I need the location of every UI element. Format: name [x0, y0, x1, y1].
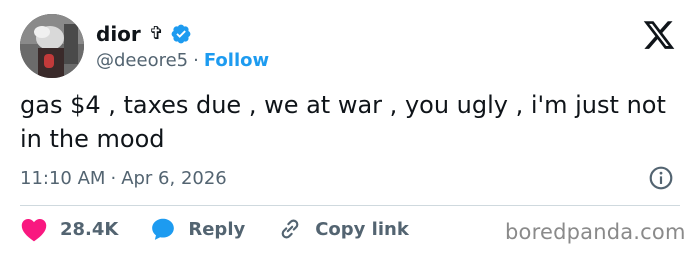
meta-separator: ·	[110, 167, 117, 189]
handle-separator: ·	[193, 49, 199, 71]
x-logo-icon[interactable]	[640, 18, 678, 52]
speech-bubble-icon	[152, 218, 175, 240]
author-handle-row: @deeore5 · Follow	[96, 48, 269, 72]
reply-label: Reply	[188, 218, 246, 240]
divider	[20, 205, 680, 206]
action-bar: 28.4K Reply Copy link	[20, 214, 409, 244]
tweet-date[interactable]: Apr 6, 2026	[121, 168, 227, 189]
tweet-card: dior ✞ @deeore5 · Follow gas $4 , taxes …	[0, 0, 700, 256]
verified-badge-icon	[171, 24, 191, 44]
avatar-image	[20, 14, 84, 78]
cross-symbol: ✞	[148, 23, 164, 44]
author-name-row: dior ✞	[96, 20, 192, 48]
link-icon	[281, 219, 299, 239]
copy-link-label: Copy link	[315, 218, 409, 240]
tweet-text: gas $4 , taxes due , we at war , you ugl…	[20, 91, 666, 153]
copy-link-button[interactable]: Copy link	[277, 216, 409, 242]
reply-button[interactable]: Reply	[150, 216, 245, 242]
author-handle[interactable]: @deeore5	[96, 50, 188, 71]
tweet-time[interactable]: 11:10 AM	[20, 168, 105, 189]
tweet-meta: 11:10 AM · Apr 6, 2026	[20, 164, 227, 192]
avatar[interactable]	[20, 14, 84, 78]
follow-button[interactable]: Follow	[204, 50, 269, 71]
author-display-name[interactable]: dior	[96, 22, 141, 46]
watermark: boredpanda.com	[505, 220, 686, 244]
heart-icon	[21, 218, 47, 242]
like-count: 28.4K	[60, 218, 119, 240]
info-icon[interactable]	[648, 165, 674, 191]
like-button[interactable]: 28.4K	[20, 216, 118, 242]
